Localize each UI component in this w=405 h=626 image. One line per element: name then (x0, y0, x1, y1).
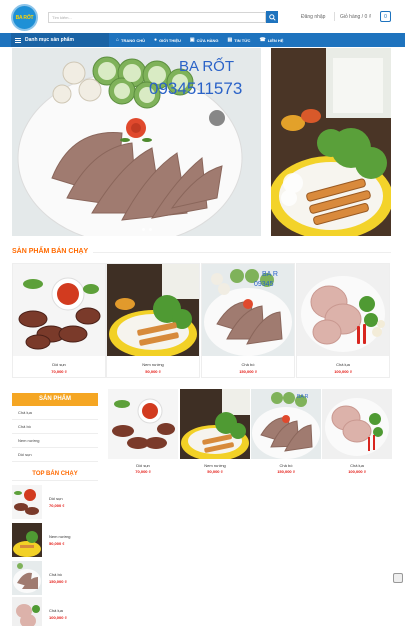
product-image[interactable] (13, 264, 105, 356)
product-image[interactable] (108, 389, 178, 459)
page: BA RỐT Tìm kiếm... Đăng nhập Giỏ hàng / … (0, 0, 405, 626)
product-card[interactable]: Chả lụa 100,000 ₫ (322, 389, 392, 477)
category-menu-label: Danh mục sản phẩm (25, 37, 74, 43)
cart-count-badge[interactable]: 0 (380, 11, 391, 22)
slider-dot[interactable] (149, 228, 152, 231)
cart-link[interactable]: Giỏ hàng / 0 ₫ (340, 14, 371, 20)
nav-item-shop[interactable]: ▣ CỬA HÀNG (190, 37, 219, 43)
menu-icon (15, 37, 21, 43)
top-seller-thumbnail[interactable] (12, 561, 42, 595)
top-seller-item[interactable]: Nem nướng 50,000 ₫ (12, 523, 102, 559)
top-seller-thumbnail[interactable] (12, 485, 42, 519)
top-seller-item[interactable]: Chả lụa 100,000 ₫ (12, 597, 102, 626)
hero-slider[interactable]: BA RỐT 0934511573 (12, 48, 261, 236)
hero-nem-nuong-image (271, 48, 391, 236)
product-price: 50,000 ₫ (207, 469, 223, 474)
sidebar-item-cha-bo[interactable]: Chả bò (12, 420, 98, 434)
sidebar-item-nem-nuong[interactable]: Nem nướng (12, 434, 98, 448)
login-link[interactable]: Đăng nhập (301, 14, 325, 20)
product-card[interactable]: Nem nướng 50,000 ₫ (180, 389, 250, 477)
news-icon: ▤ (227, 37, 233, 43)
nav-item-contact[interactable]: ☎ LIÊN HỆ (259, 37, 283, 43)
nav-item-about[interactable]: ● GIỚI THIỆU (154, 37, 181, 43)
product-card[interactable]: Nem nướng 50,000 ₫ (106, 263, 200, 378)
svg-text:BA R: BA R (262, 271, 278, 278)
site-header: BA RỐT Tìm kiếm... Đăng nhập Giỏ hàng / … (0, 0, 405, 33)
info-icon: ● (154, 37, 158, 43)
hero-banner-nem-nuong[interactable] (271, 48, 391, 236)
slider-dot[interactable] (142, 228, 145, 231)
nav-item-news[interactable]: ▤ TIN TỨC (228, 37, 251, 43)
divider (12, 480, 98, 481)
main-nav: Danh mục sản phẩm ⌂ TRANG CHỦ ● GIỚI THIỆU… (0, 33, 405, 47)
product-card[interactable]: Chả lụa 100,000 ₫ (296, 263, 390, 378)
search-icon (268, 13, 276, 21)
logo-text: BA RỐT (15, 14, 34, 21)
svg-text:09345: 09345 (254, 281, 274, 288)
search-input[interactable]: Tìm kiếm... (48, 12, 266, 23)
svg-text:BA R: BA R (297, 394, 309, 400)
product-name[interactable]: Dồi sụn (108, 463, 178, 468)
top-seller-item[interactable]: Dồi sụn 70,000 ₫ (12, 485, 102, 521)
product-price: 70,000 ₫ (135, 469, 151, 474)
hero-brand-text: BA RỐT (179, 58, 235, 75)
top-seller-price: 100,000 ₫ (49, 615, 67, 620)
product-price: 50,000 ₫ (145, 369, 161, 374)
search-button[interactable] (266, 11, 278, 23)
product-price: 150,000 ₫ (277, 469, 295, 474)
best-sellers-title: SẢN PHẨM BÁN CHẠY (12, 248, 89, 255)
top-seller-thumbnail[interactable] (12, 523, 42, 557)
home-icon: ⌂ (116, 37, 120, 43)
top-seller-item[interactable]: Chả bò 150,000 ₫ (12, 561, 102, 597)
product-image[interactable] (180, 389, 250, 459)
product-name[interactable]: Dồi sụn (13, 362, 105, 367)
top-seller-price: 50,000 ₫ (49, 541, 65, 546)
product-name[interactable]: Chả lụa (297, 362, 389, 367)
divider (334, 12, 335, 21)
divider (93, 252, 391, 253)
top-seller-thumbnail[interactable] (12, 597, 42, 626)
top-seller-price: 150,000 ₫ (49, 579, 67, 584)
product-image[interactable] (107, 264, 199, 356)
product-price: 150,000 ₫ (239, 369, 257, 374)
product-card[interactable]: Dồi sụn 70,000 ₫ (108, 389, 178, 477)
top-seller-name[interactable]: Dồi sụn (49, 496, 63, 501)
top-seller-price: 70,000 ₫ (49, 503, 65, 508)
product-image[interactable] (322, 389, 392, 459)
top-seller-name[interactable]: Chả bò (49, 572, 62, 577)
product-price: 100,000 ₫ (348, 469, 366, 474)
product-name[interactable]: Nem nướng (107, 362, 199, 367)
top-seller-name[interactable]: Chả lụa (49, 608, 63, 613)
product-card[interactable]: BA R 09345 Chả bò 150,000 ₫ (201, 263, 295, 378)
nav-item-home[interactable]: ⌂ TRANG CHỦ (116, 37, 145, 43)
product-name[interactable]: Chả bò (251, 463, 321, 468)
product-image[interactable] (297, 264, 389, 356)
product-price: 70,000 ₫ (51, 369, 67, 374)
contact-icon: ☎ (259, 37, 266, 43)
product-image[interactable]: BA R 09345 (202, 264, 294, 356)
sidebar-category-title: SẢN PHẨM (12, 393, 98, 406)
site-logo[interactable]: BA RỐT (11, 4, 38, 31)
hero-sausage-plate-image (12, 48, 261, 236)
top-seller-name[interactable]: Nem nướng (49, 534, 71, 539)
top-sellers-title: TOP BÁN CHẠY (32, 471, 78, 477)
cart-icon: ▣ (189, 37, 195, 43)
product-card[interactable]: BA R Chả bò 150,000 ₫ (251, 389, 321, 477)
hero-phone-text: 0934511573 (149, 79, 243, 98)
back-to-top-button[interactable] (393, 573, 403, 583)
product-name[interactable]: Nem nướng (180, 463, 250, 468)
product-name[interactable]: Chả bò (202, 362, 294, 367)
product-name[interactable]: Chả lụa (322, 463, 392, 468)
sidebar-category-list: Chả lụa Chả bò Nem nướng Dồi sụn (12, 406, 98, 462)
sidebar-item-doi-sun[interactable]: Dồi sụn (12, 448, 98, 462)
product-image[interactable]: BA R (251, 389, 321, 459)
product-card[interactable]: Dồi sụn 70,000 ₫ (12, 263, 106, 378)
category-menu-button[interactable]: Danh mục sản phẩm (11, 33, 109, 47)
sidebar-item-cha-lua[interactable]: Chả lụa (12, 406, 98, 420)
product-price: 100,000 ₫ (334, 369, 352, 374)
slider-dots (140, 228, 154, 231)
